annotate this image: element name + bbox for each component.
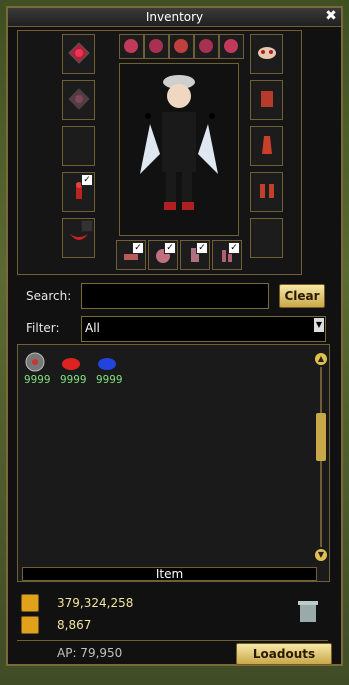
equip-slot-empty[interactable]	[62, 126, 95, 166]
red-gem-icon	[68, 42, 90, 64]
costume-flame-icon	[199, 39, 213, 53]
costume-slot-3[interactable]	[169, 34, 194, 59]
items-scrollbar[interactable]: ▲ ▼	[315, 353, 327, 561]
search-filter-area: Search: Clear Filter: All ▼	[17, 276, 327, 343]
costume-slot-4[interactable]	[194, 34, 219, 59]
equip-slot-garment[interactable]: ✓	[62, 218, 95, 258]
checkbox-icon[interactable]: ✓	[196, 242, 208, 254]
close-button[interactable]: ✖	[324, 9, 338, 23]
equip-slot-weapon[interactable]: ✓	[62, 172, 95, 212]
equip-slot-headgear-mid[interactable]	[62, 80, 95, 120]
costume-flame-icon	[149, 39, 163, 53]
filter-label: Filter:	[26, 321, 60, 335]
chevron-down-icon[interactable]: ▼	[314, 318, 324, 332]
faded-gem-icon	[68, 88, 90, 110]
item-slot[interactable]: 9999	[60, 351, 92, 386]
ap-value: AP: 79,950	[57, 646, 123, 660]
trash-icon[interactable]	[297, 598, 319, 624]
item-slot[interactable]: 9999	[96, 351, 128, 386]
title-bar[interactable]: Inventory ✖	[8, 8, 341, 27]
ap-bar: AP: 79,950 Loadouts	[17, 640, 332, 665]
search-input[interactable]	[81, 283, 269, 309]
filter-dropdown[interactable]: All ▼	[81, 316, 326, 342]
red-boots-icon	[260, 184, 274, 198]
loadouts-button[interactable]: Loadouts	[236, 643, 332, 665]
zeny-amount: 379,324,258	[57, 596, 134, 610]
items-panel: 9999 9999 9999 ▲ ▼ Item	[17, 344, 330, 582]
costume-flame-icon	[174, 39, 188, 53]
checkbox-icon[interactable]: ✓	[228, 242, 240, 254]
mask-icon	[258, 47, 276, 59]
coin-amount: 8,867	[57, 618, 92, 632]
inventory-window: Inventory ✖ ✓ ✓ ✓ ✓ ✓ ✓ Search: Clear Fi…	[6, 6, 343, 666]
item-count: 9999	[60, 373, 87, 386]
gold-bar-icon	[21, 594, 39, 612]
item-count: 9999	[96, 373, 123, 386]
window-title: Inventory	[145, 10, 204, 24]
equipment-panel: ✓ ✓ ✓ ✓ ✓ ✓	[17, 30, 302, 275]
gold-coin-icon	[21, 616, 39, 634]
checkbox-icon[interactable]: ✓	[164, 242, 176, 254]
costume-bottom-slot-2[interactable]: ✓	[148, 240, 178, 270]
costume-slot-5[interactable]	[219, 34, 244, 59]
item-slot[interactable]: 9999	[24, 351, 56, 386]
equip-slot-boots[interactable]	[250, 172, 283, 212]
scroll-thumb[interactable]	[316, 413, 326, 461]
equip-slot-shield[interactable]	[250, 126, 283, 166]
character-sprite-icon	[140, 75, 218, 210]
red-armor-icon	[261, 91, 273, 107]
checkbox-icon[interactable]: ✓	[81, 174, 93, 186]
equip-slot-accessory-upper[interactable]	[250, 34, 283, 74]
costume-bottom-slot-4[interactable]: ✓	[212, 240, 242, 270]
costume-slot-1[interactable]	[119, 34, 144, 59]
costume-slot-2[interactable]	[144, 34, 169, 59]
scroll-up-icon[interactable]: ▲	[315, 353, 327, 365]
costume-flame-icon	[224, 39, 238, 53]
tab-item[interactable]: Item	[22, 567, 317, 581]
gear-orb-icon	[25, 352, 45, 372]
clear-button[interactable]: Clear	[279, 284, 325, 308]
costume-flame-icon	[124, 39, 138, 53]
costume-bottom-slot-1[interactable]: ✓	[116, 240, 146, 270]
character-preview	[119, 63, 239, 236]
search-label: Search:	[26, 289, 72, 303]
equip-slot-armor[interactable]	[250, 80, 283, 120]
equip-slot-headgear-upper[interactable]	[62, 34, 95, 74]
red-gauntlet-icon	[262, 136, 272, 154]
item-count: 9999	[24, 373, 51, 386]
costume-bottom-slot-3[interactable]: ✓	[180, 240, 210, 270]
equip-slot-empty[interactable]	[250, 218, 283, 258]
blue-slime-icon	[98, 358, 116, 370]
filter-value: All	[85, 321, 100, 335]
checkbox-icon[interactable]: ✓	[132, 242, 144, 254]
scroll-down-icon[interactable]: ▼	[315, 549, 327, 561]
currency-panel: 379,324,258 8,867	[17, 588, 328, 642]
red-slime-icon	[62, 358, 80, 370]
checkbox-icon[interactable]: ✓	[81, 220, 93, 232]
